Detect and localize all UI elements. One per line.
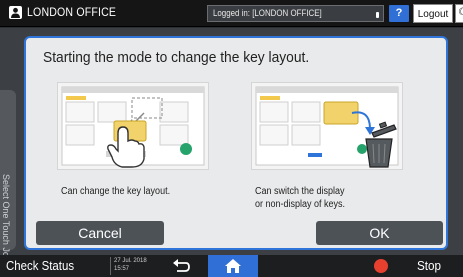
login-status-text: Logged in: [LONDON OFFICE] xyxy=(213,8,322,18)
user-icon xyxy=(9,6,22,19)
caption-switch-display-text: Can switch the display or non-display of… xyxy=(255,186,346,210)
login-status-box[interactable]: Logged in: [LONDON OFFICE] xyxy=(207,5,384,22)
home-icon xyxy=(225,259,241,273)
login-expand-icon xyxy=(376,12,379,18)
change-layout-illustration xyxy=(57,82,209,170)
home-button[interactable] xyxy=(208,255,258,277)
caption-change-layout: Can change the key layout. xyxy=(61,186,171,197)
back-button[interactable] xyxy=(168,257,194,275)
stop-button[interactable]: Stop xyxy=(417,258,441,273)
caption-switch-display: Can switch the display or non-display of… xyxy=(255,185,345,211)
office-title: LONDON OFFICE xyxy=(27,5,117,19)
stop-icon[interactable] xyxy=(374,259,388,273)
ok-button[interactable]: OK xyxy=(316,221,443,245)
top-bar: LONDON OFFICE Logged in: [LONDON OFFICE]… xyxy=(0,0,463,27)
moon-icon: ☾ xyxy=(458,7,463,18)
energy-saver-button[interactable]: ☾ xyxy=(455,4,463,23)
bottom-bar: Check Status 27 Jul. 2018 15:57 Stop xyxy=(0,255,463,277)
back-arrow-icon xyxy=(173,259,190,272)
side-tab-label: Select One Touch Job xyxy=(1,174,11,262)
date-time: 27 Jul. 2018 15:57 xyxy=(110,257,147,275)
dialog-title: Starting the mode to change the key layo… xyxy=(43,49,310,66)
time-text: 15:57 xyxy=(114,266,130,272)
logout-button[interactable]: Logout xyxy=(413,4,453,23)
cancel-button[interactable]: Cancel xyxy=(36,221,164,245)
check-status-button[interactable]: Check Status xyxy=(6,258,74,273)
help-button[interactable]: ? xyxy=(389,5,409,22)
key-layout-dialog: Starting the mode to change the key layo… xyxy=(24,36,448,250)
side-tab[interactable]: Select One Touch Job xyxy=(0,90,16,262)
hide-keys-illustration xyxy=(251,82,403,170)
date-text: 27 Jul. 2018 xyxy=(114,258,147,264)
